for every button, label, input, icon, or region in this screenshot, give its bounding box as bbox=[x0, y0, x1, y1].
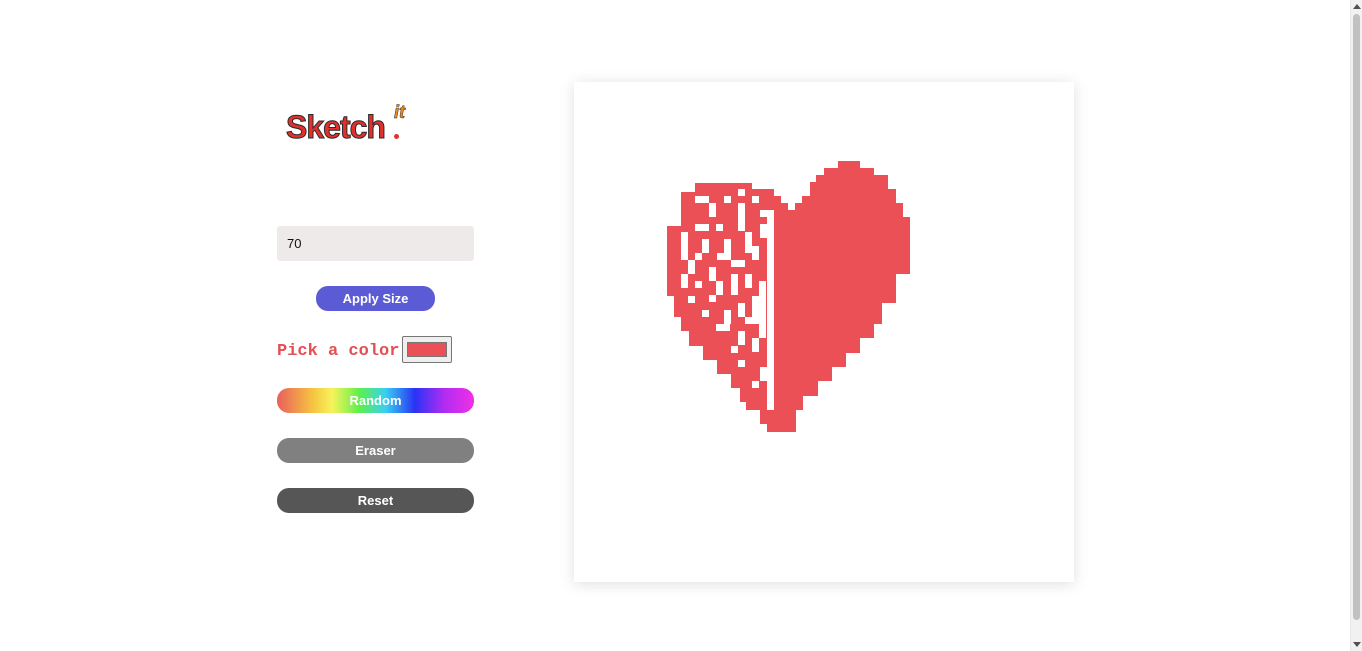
unpainted-pixel bbox=[681, 274, 688, 288]
unpainted-pixel bbox=[745, 317, 752, 324]
unpainted-pixel bbox=[716, 224, 723, 231]
eraser-button[interactable]: Eraser bbox=[277, 438, 474, 463]
unpainted-pixel bbox=[759, 281, 766, 338]
unpainted-pixel bbox=[709, 267, 716, 281]
unpainted-pixel bbox=[760, 224, 767, 238]
color-picker-swatch bbox=[407, 342, 447, 357]
unpainted-pixel bbox=[717, 253, 724, 260]
sketch-it-logo: Sketch it bbox=[286, 102, 420, 150]
sketch-canvas[interactable] bbox=[574, 82, 1074, 582]
unpainted-pixel bbox=[724, 239, 731, 260]
unpainted-pixel bbox=[716, 324, 730, 331]
unpainted-pixel bbox=[767, 210, 774, 410]
heart-drawing bbox=[667, 161, 910, 432]
unpainted-pixel bbox=[745, 274, 752, 288]
unpainted-pixel bbox=[695, 224, 709, 231]
unpainted-pixel bbox=[738, 331, 745, 345]
unpainted-pixel bbox=[752, 246, 759, 260]
unpainted-pixel bbox=[752, 296, 759, 324]
unpainted-pixel bbox=[731, 260, 745, 267]
unpainted-pixel bbox=[738, 224, 745, 231]
unpainted-pixel bbox=[760, 367, 767, 381]
unpainted-pixel bbox=[695, 196, 709, 203]
unpainted-pixel bbox=[731, 346, 738, 353]
grid-size-input[interactable] bbox=[277, 226, 474, 261]
unpainted-pixel bbox=[709, 295, 716, 302]
page-scrollbar[interactable] bbox=[1350, 0, 1362, 651]
logo-dot-icon bbox=[394, 134, 399, 139]
unpainted-pixel bbox=[702, 239, 709, 253]
random-color-button[interactable]: Random bbox=[277, 388, 474, 413]
unpainted-pixel bbox=[724, 310, 731, 324]
pick-color-label: Pick a color bbox=[277, 342, 400, 361]
unpainted-pixel bbox=[716, 281, 723, 295]
unpainted-pixel bbox=[745, 232, 752, 253]
logo-text: Sketch bbox=[286, 109, 387, 146]
unpainted-pixel bbox=[709, 203, 716, 217]
unpainted-pixel bbox=[681, 232, 688, 260]
unpainted-pixel bbox=[760, 210, 767, 217]
unpainted-pixel bbox=[752, 338, 759, 352]
unpainted-pixel bbox=[738, 303, 745, 317]
unpainted-pixel bbox=[738, 360, 745, 367]
unpainted-pixel bbox=[688, 260, 695, 274]
reset-button[interactable]: Reset bbox=[277, 488, 474, 513]
color-picker[interactable] bbox=[402, 336, 452, 363]
apply-size-button[interactable]: Apply Size bbox=[316, 286, 435, 311]
unpainted-pixel bbox=[738, 203, 745, 224]
scrollbar-thumb[interactable] bbox=[1353, 14, 1360, 620]
scroll-up-arrow-icon[interactable] bbox=[1353, 4, 1361, 9]
unpainted-pixel bbox=[695, 253, 702, 260]
unpainted-pixel bbox=[688, 296, 695, 303]
unpainted-pixel bbox=[752, 381, 759, 388]
unpainted-pixel bbox=[702, 310, 709, 317]
logo-suffix: it bbox=[394, 102, 406, 123]
unpainted-pixel bbox=[724, 196, 731, 203]
unpainted-pixel bbox=[752, 196, 759, 203]
scroll-down-arrow-icon[interactable] bbox=[1353, 642, 1361, 647]
unpainted-pixel bbox=[738, 189, 745, 196]
unpainted-pixel bbox=[731, 274, 738, 295]
unpainted-pixel bbox=[695, 281, 702, 288]
